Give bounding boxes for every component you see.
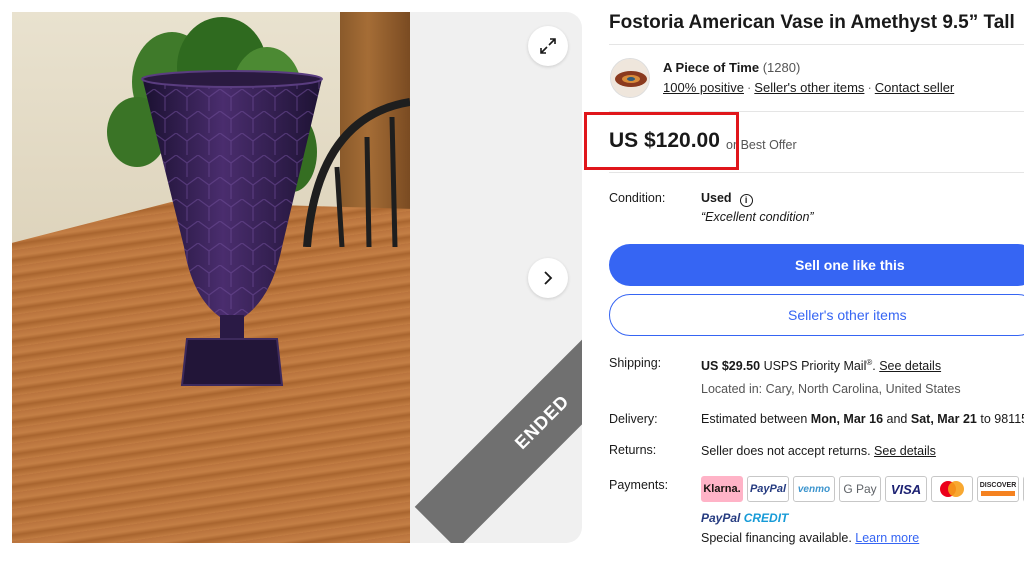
product-photo[interactable]	[12, 12, 410, 543]
returns-value: Seller does not accept returns. See deta…	[701, 444, 936, 458]
delivery-zip: to 98115	[980, 412, 1024, 426]
shipping-value: US $29.50 USPS Priority Mail®. See detai…	[701, 358, 942, 374]
financing-row: Special financing available. Learn more	[701, 531, 919, 545]
shipping-label: Shipping:	[609, 356, 662, 370]
seller-other-items-link[interactable]: Seller's other items	[754, 80, 864, 95]
contact-seller-link[interactable]: Contact seller	[875, 80, 954, 95]
paypal-credit-credit: CREDIT	[743, 511, 789, 525]
sellers-other-items-button[interactable]: Seller's other items	[609, 294, 1024, 336]
seller-avatar[interactable]	[610, 58, 650, 98]
returns-text: Seller does not accept returns.	[701, 444, 871, 458]
google-pay-logo: G Pay	[839, 476, 881, 502]
divider	[609, 44, 1024, 45]
ended-band: ENDED	[414, 294, 582, 543]
discover-text: DISCOVER	[979, 482, 1017, 489]
delivery-prefix: Estimated between	[701, 412, 808, 426]
photo-vase	[141, 70, 323, 386]
klarna-logo: Klarna.	[701, 476, 743, 502]
seller-logo	[611, 59, 649, 97]
discover-stripe	[981, 491, 1015, 496]
positive-feedback-link[interactable]: 100% positive	[663, 80, 744, 95]
info-icon[interactable]: i	[739, 194, 753, 207]
learn-more-link[interactable]: Learn more	[855, 531, 919, 545]
delivery-and: and	[886, 412, 908, 426]
separator-dot: ·	[867, 80, 872, 95]
condition-value-row: Used i	[701, 191, 753, 207]
separator-dot: ·	[746, 80, 752, 95]
listing-title: Fostoria American Vase in Amethyst 9.5” …	[609, 12, 1015, 33]
sellers-other-items-label: Seller's other items	[788, 307, 907, 323]
returns-see-details-link[interactable]: See details	[874, 444, 936, 458]
visa-logo: VISA	[885, 476, 927, 502]
sell-one-like-this-label: Sell one like this	[795, 257, 905, 273]
seller-links: 100% positive · Seller's other items · Conta…	[663, 80, 954, 95]
item-location: Located in: Cary, North Carolina, United…	[701, 382, 961, 396]
seller-name[interactable]: A Piece of Time	[663, 60, 759, 75]
divider	[609, 172, 1024, 173]
condition-quote: “Excellent condition”	[701, 210, 814, 224]
ended-label: ENDED	[510, 390, 573, 453]
listing-details: Fostoria American Vase in Amethyst 9.5” …	[584, 0, 1024, 561]
delivery-end: Sat, Mar 21	[910, 412, 977, 426]
delivery-label: Delivery:	[609, 412, 658, 426]
payment-logos: Klarna. PayPal venmo G Pay VISA DISCOVER	[701, 476, 1024, 502]
expand-icon	[540, 38, 556, 54]
financing-text: Special financing available.	[701, 531, 852, 545]
next-image-button[interactable]	[528, 258, 568, 298]
chevron-right-icon	[544, 271, 553, 285]
expand-button[interactable]	[528, 26, 568, 66]
seller-name-row[interactable]: A Piece of Time (1280)	[663, 60, 800, 75]
mastercard-logo	[931, 476, 973, 502]
delivery-value: Estimated between Mon, Mar 16 and Sat, M…	[701, 412, 1024, 426]
returns-label: Returns:	[609, 443, 657, 457]
discover-logo: DISCOVER	[977, 476, 1019, 502]
shipping-see-details-link[interactable]: See details	[879, 359, 941, 373]
sell-one-like-this-button[interactable]: Sell one like this	[609, 244, 1024, 286]
paypal-logo: PayPal	[747, 476, 789, 502]
delivery-start: Mon, Mar 16	[810, 412, 884, 426]
payments-label: Payments:	[609, 478, 669, 492]
condition-value: Used	[701, 191, 732, 205]
venmo-logo: venmo	[793, 476, 835, 502]
shipping-service: USPS Priority Mail	[763, 359, 867, 374]
seller-feedback-count: (1280)	[762, 60, 801, 75]
mastercard-icon	[940, 481, 964, 497]
paypal-credit-paypal: PayPal	[701, 511, 741, 525]
registered-mark: ®	[866, 358, 873, 367]
condition-label: Condition:	[609, 191, 666, 205]
paypal-credit-logo: PayPal CREDIT	[701, 511, 788, 525]
image-gallery[interactable]: ENDED	[12, 12, 582, 543]
price-highlight-box	[584, 112, 739, 170]
shipping-price: US $29.50	[701, 359, 761, 374]
